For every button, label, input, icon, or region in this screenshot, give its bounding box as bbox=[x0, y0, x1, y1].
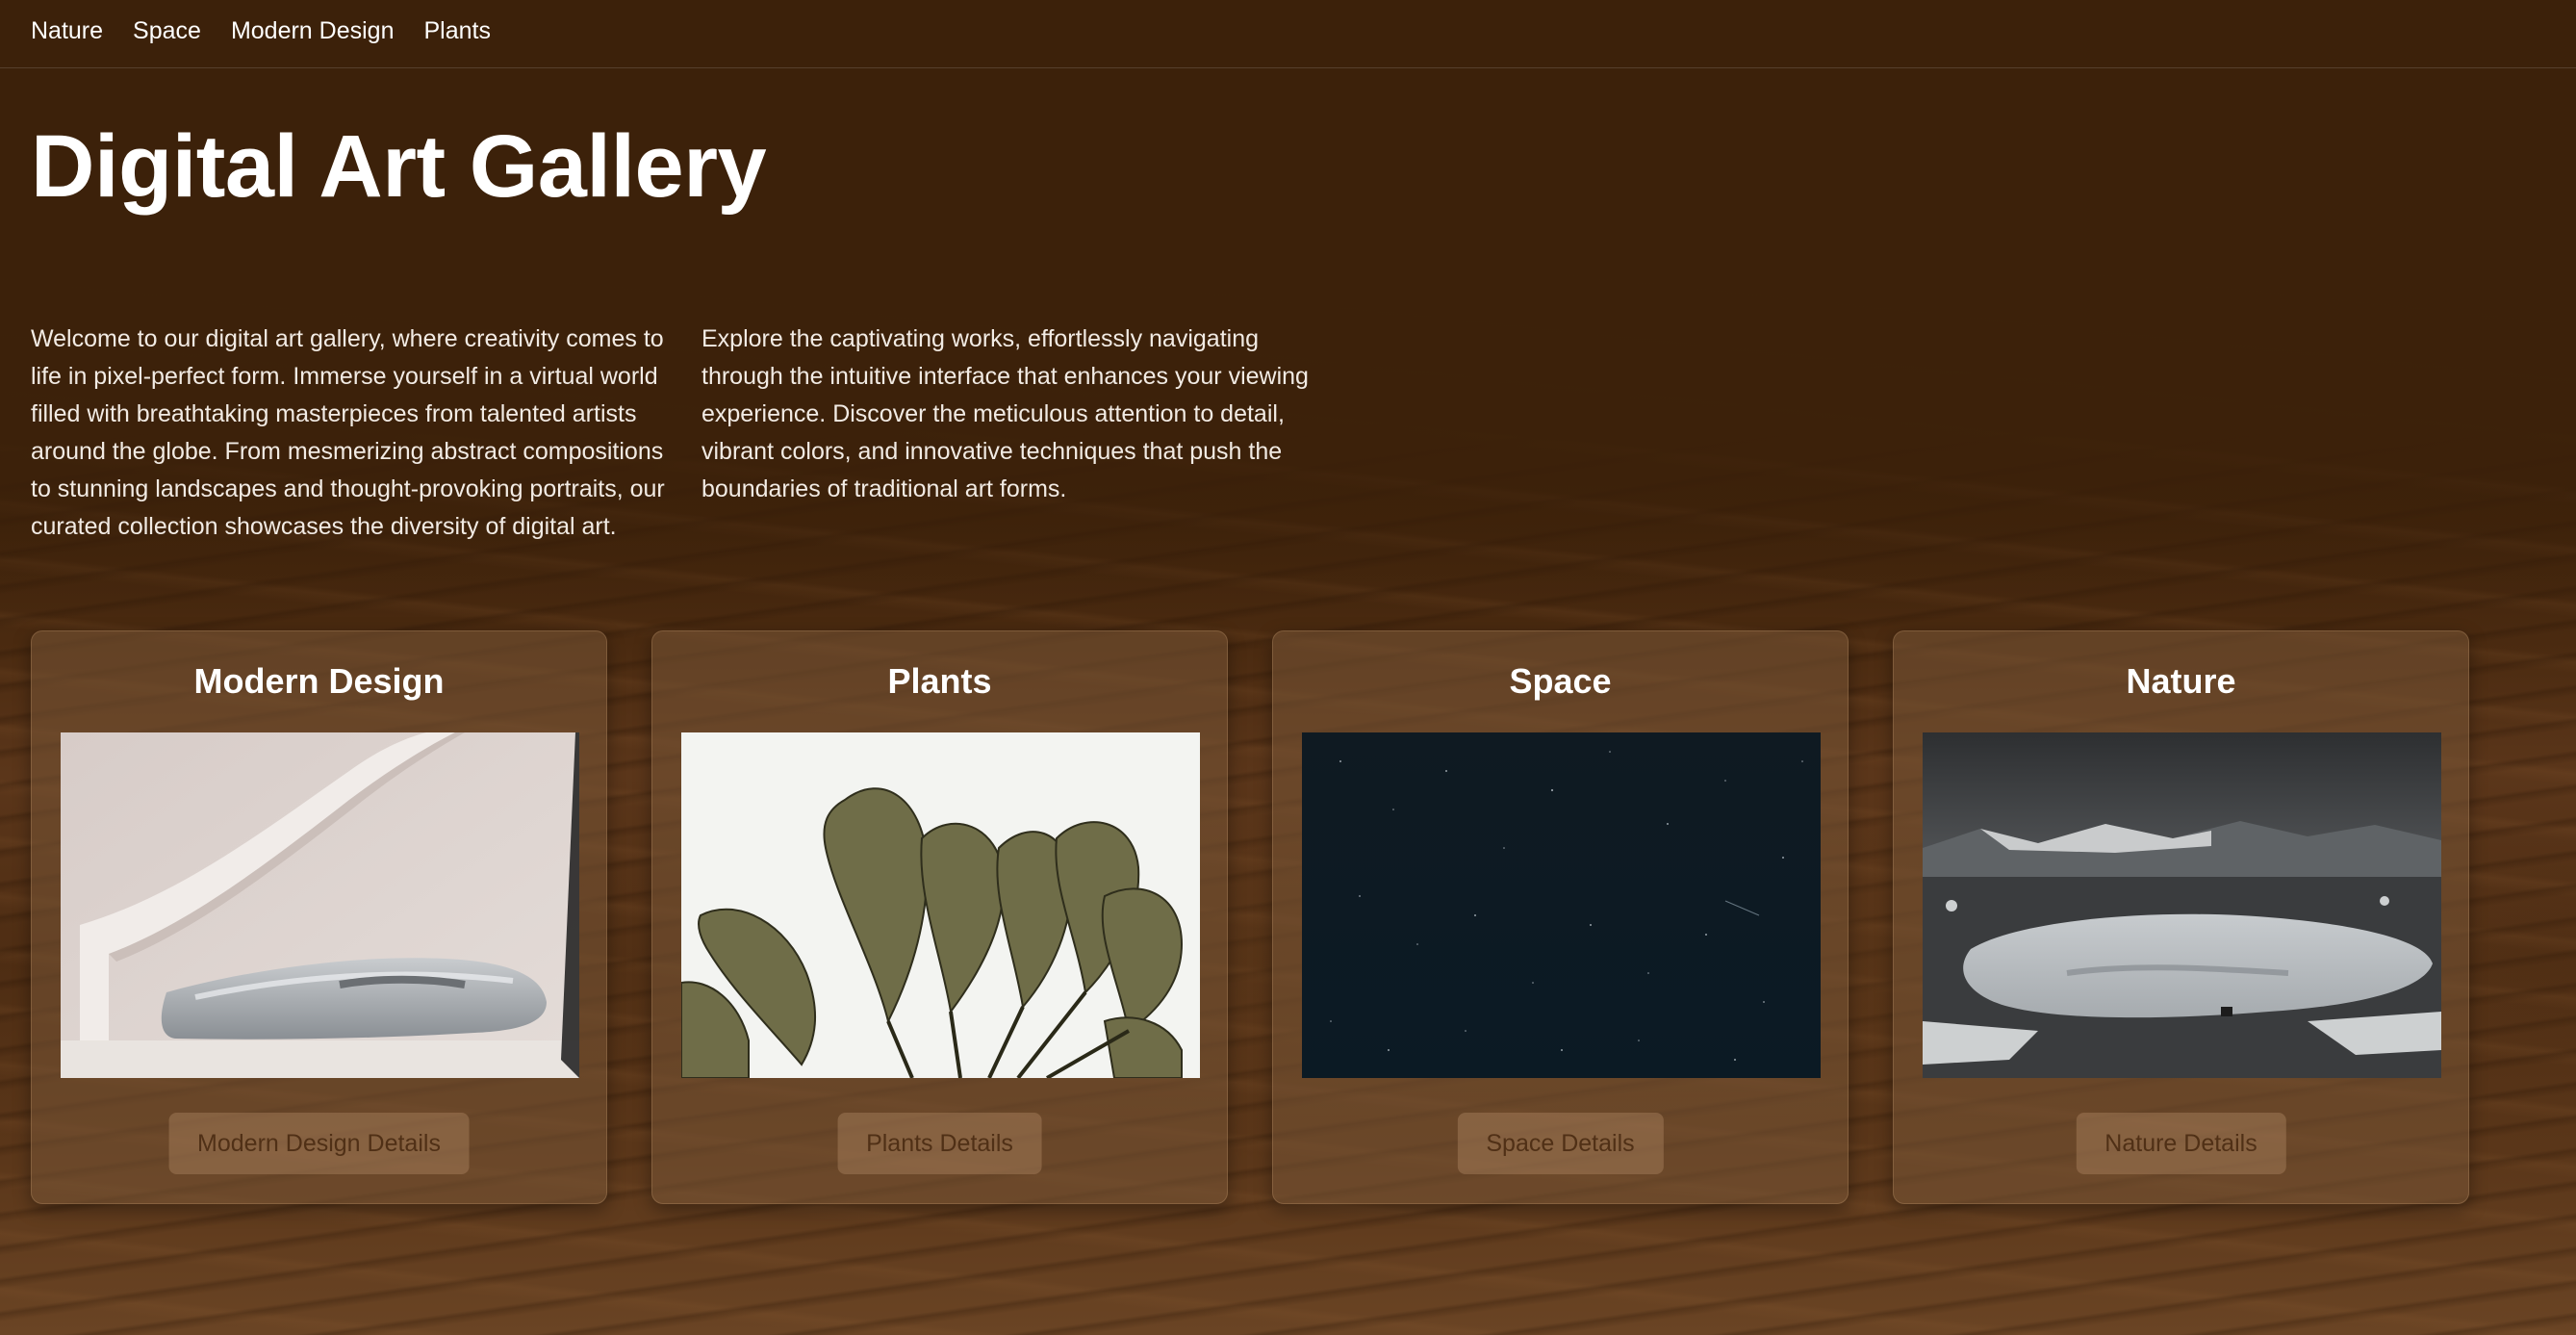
nature-details-button[interactable]: Nature Details bbox=[2076, 1113, 2286, 1174]
modern-design-details-button[interactable]: Modern Design Details bbox=[168, 1113, 470, 1174]
card-space: Space Space Details bbox=[1272, 630, 1849, 1204]
space-details-button[interactable]: Space Details bbox=[1457, 1113, 1664, 1174]
card-modern-design: Modern Design Modern Design Details bbox=[31, 630, 607, 1204]
intro-text: Welcome to our digital art gallery, wher… bbox=[31, 325, 1309, 540]
card-plants: Plants Plants Details bbox=[651, 630, 1228, 1204]
mountain-lake-image bbox=[1923, 732, 2441, 1078]
card-title: Modern Design bbox=[193, 661, 445, 701]
starfield-image bbox=[1302, 732, 1821, 1078]
card-title: Nature bbox=[2126, 661, 2236, 701]
plants-details-button[interactable]: Plants Details bbox=[837, 1113, 1042, 1174]
nav-item-plants[interactable]: Plants bbox=[423, 15, 490, 46]
page-title: Digital Art Gallery bbox=[31, 117, 767, 216]
nav-item-space[interactable]: Space bbox=[133, 15, 201, 46]
card-nature: Nature Nature Details bbox=[1893, 630, 2469, 1204]
card-title: Plants bbox=[887, 661, 992, 701]
card-title: Space bbox=[1509, 661, 1612, 701]
banana-leaves-image bbox=[681, 732, 1200, 1078]
modern-bench-image bbox=[61, 732, 579, 1078]
nav-item-nature[interactable]: Nature bbox=[31, 15, 103, 46]
top-nav: Nature Space Modern Design Plants bbox=[0, 0, 2576, 68]
page: Nature Space Modern Design Plants Digita… bbox=[0, 0, 2576, 1204]
gallery-cards: Modern Design Modern Design Details Plan… bbox=[31, 630, 2469, 1204]
nav-item-modern-design[interactable]: Modern Design bbox=[231, 15, 395, 46]
